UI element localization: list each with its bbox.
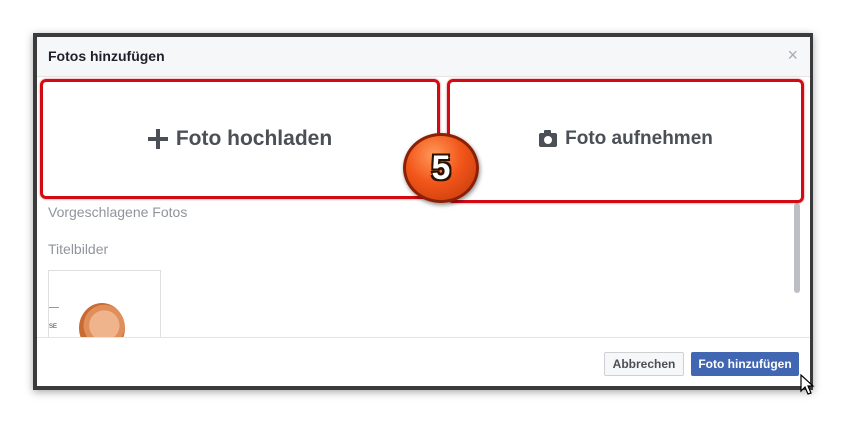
close-icon[interactable]: ×: [787, 46, 798, 64]
add-photo-button[interactable]: Foto hinzufügen: [691, 352, 799, 376]
suggested-photos-heading: Vorgeschlagene Fotos: [48, 204, 188, 220]
cover-photo-thumbnail[interactable]: SE: [48, 270, 161, 341]
cover-photos-heading: Titelbilder: [48, 241, 109, 257]
upload-highlight-frame: [40, 79, 440, 199]
cancel-button[interactable]: Abbrechen: [604, 352, 684, 376]
thumbnail-divider: [49, 307, 59, 308]
dialog-scrollbar[interactable]: [794, 203, 800, 293]
step-number: 5: [431, 148, 451, 187]
dialog-header: Fotos hinzufügen ×: [37, 37, 810, 77]
mouse-pointer-icon: [800, 374, 815, 395]
camera-highlight-frame: [447, 79, 804, 203]
thumbnail-portrait: [79, 303, 125, 341]
thumbnail-tag: SE: [49, 324, 58, 330]
dialog-title: Fotos hinzufügen: [48, 48, 165, 64]
step-number-badge: 5: [403, 133, 479, 203]
dialog-footer: Abbrechen Foto hinzufügen: [37, 337, 810, 386]
